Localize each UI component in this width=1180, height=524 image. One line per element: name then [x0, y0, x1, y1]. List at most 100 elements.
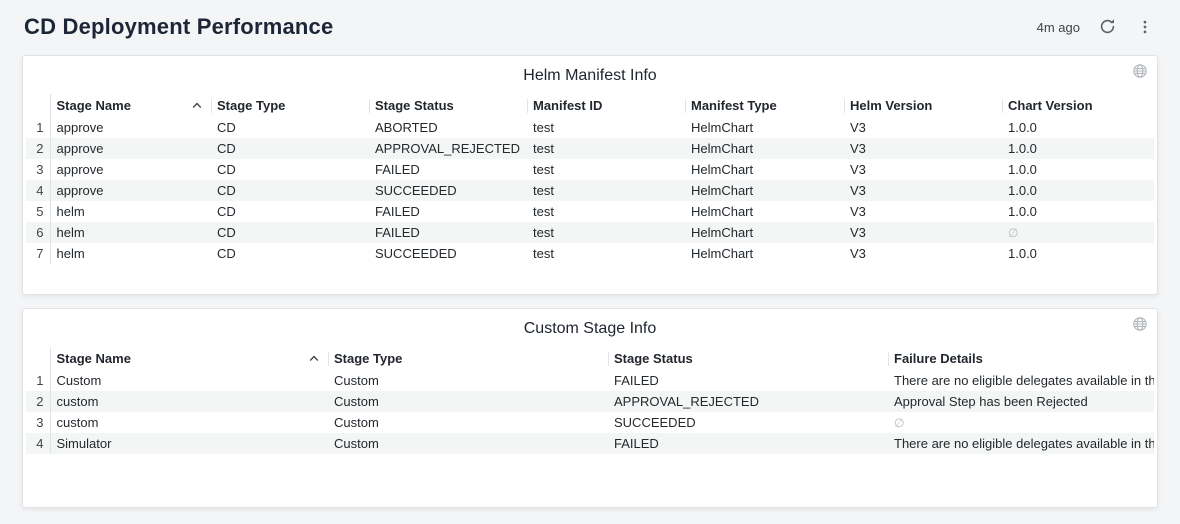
- table-cell-helm-version: V3: [844, 138, 1002, 159]
- table-cell-stage-status: ABORTED: [369, 117, 527, 138]
- table-cell-helm-version: V3: [844, 117, 1002, 138]
- table-cell-stage-name: Custom: [50, 370, 328, 391]
- table-cell-helm-version: V3: [844, 159, 1002, 180]
- table-cell-stage-type: Custom: [328, 370, 608, 391]
- table-cell-stage-type: CD: [211, 180, 369, 201]
- table-cell-manifest-id: test: [527, 243, 685, 264]
- row-number: 4: [26, 180, 50, 201]
- column-header-stage-status[interactable]: Stage Status: [369, 94, 527, 117]
- table-cell-failure-details: Approval Step has been Rejected: [888, 391, 1154, 412]
- table-cell-manifest-type: HelmChart: [685, 138, 844, 159]
- last-refresh-label: 4m ago: [1037, 19, 1080, 35]
- table-cell-stage-status: SUCCEEDED: [369, 243, 527, 264]
- column-header-stage-status[interactable]: Stage Status: [608, 347, 888, 370]
- table-cell-failure-details: There are no eligible delegates availabl…: [888, 370, 1154, 391]
- panel-title: Custom Stage Info: [23, 309, 1157, 339]
- table-cell-stage-type: CD: [211, 243, 369, 264]
- table-cell-stage-type: CD: [211, 138, 369, 159]
- table-cell-manifest-type: HelmChart: [685, 243, 844, 264]
- column-header-helm-version[interactable]: Helm Version: [844, 94, 1002, 117]
- table-cell-manifest-id: test: [527, 222, 685, 243]
- column-label: Stage Name: [57, 351, 131, 366]
- column-label: Manifest ID: [533, 98, 602, 113]
- column-label: Chart Version: [1008, 98, 1093, 113]
- table-cell-manifest-id: test: [527, 117, 685, 138]
- kebab-menu-button[interactable]: [1134, 16, 1156, 38]
- column-header-chart-version[interactable]: Chart Version: [1002, 94, 1154, 117]
- table-cell-stage-type: Custom: [328, 412, 608, 433]
- row-number: 1: [26, 370, 50, 391]
- dashboard-title: CD Deployment Performance: [24, 14, 333, 40]
- table-cell-manifest-type: HelmChart: [685, 201, 844, 222]
- header-actions: 4m ago: [1037, 16, 1156, 38]
- table-cell-manifest-type: HelmChart: [685, 222, 844, 243]
- column-header-manifest-id[interactable]: Manifest ID: [527, 94, 685, 117]
- panel-custom-stage-info: Custom Stage Info Stage NameStage TypeSt…: [22, 308, 1158, 508]
- table-cell-stage-status: FAILED: [369, 222, 527, 243]
- custom-stage-table: Stage Name Stage Type Stage Status Failure …: [26, 347, 1154, 454]
- table-cell-manifest-type: HelmChart: [685, 180, 844, 201]
- table-cell-stage-status: FAILED: [369, 159, 527, 180]
- panel-title: Helm Manifest Info: [23, 56, 1157, 86]
- table-cell-stage-status: FAILED: [608, 433, 888, 454]
- column-label: Stage Type: [217, 98, 285, 113]
- table-cell-manifest-id: test: [527, 138, 685, 159]
- table-cell-stage-status: APPROVAL_REJECTED: [608, 391, 888, 412]
- table-cell-chart-version: 1.0.0: [1002, 180, 1154, 201]
- refresh-button[interactable]: [1096, 16, 1118, 38]
- row-number: 1: [26, 117, 50, 138]
- table-row: 5helmCDFAILEDtestHelmChartV31.0.0: [26, 201, 1154, 222]
- table-cell-helm-version: V3: [844, 243, 1002, 264]
- table-cell-stage-type: CD: [211, 117, 369, 138]
- column-header-stage-name[interactable]: Stage Name: [50, 94, 211, 117]
- table-row: 4SimulatorCustomFAILEDThere are no eligi…: [26, 433, 1154, 454]
- table-cell-stage-name: helm: [50, 243, 211, 264]
- column-label: Failure Details: [894, 351, 983, 366]
- row-number-header: [26, 94, 50, 117]
- table-cell-stage-name: approve: [50, 138, 211, 159]
- panel-links-button[interactable]: [1132, 316, 1148, 337]
- table-cell-stage-name: custom: [50, 412, 328, 433]
- table-cell-stage-name: custom: [50, 391, 328, 412]
- column-header-failure-details[interactable]: Failure Details: [888, 347, 1154, 370]
- column-header-stage-type[interactable]: Stage Type: [211, 94, 369, 117]
- column-label: Stage Status: [614, 351, 693, 366]
- panel-links-button[interactable]: [1132, 63, 1148, 84]
- row-number: 2: [26, 138, 50, 159]
- column-header-stage-name[interactable]: Stage Name: [50, 347, 328, 370]
- table-row: 2customCustomAPPROVAL_REJECTEDApproval S…: [26, 391, 1154, 412]
- globe-icon: [1132, 316, 1148, 332]
- table-cell-stage-name: Simulator: [50, 433, 328, 454]
- table-cell-manifest-id: test: [527, 201, 685, 222]
- row-number: 6: [26, 222, 50, 243]
- table-cell-helm-version: V3: [844, 222, 1002, 243]
- chevron-up-icon: [309, 355, 319, 362]
- table-row: 1approveCDABORTEDtestHelmChartV31.0.0: [26, 117, 1154, 138]
- table-cell-chart-version: 1.0.0: [1002, 159, 1154, 180]
- column-label: Manifest Type: [691, 98, 777, 113]
- empty-value: ∅: [1002, 222, 1154, 243]
- table-cell-stage-name: approve: [50, 159, 211, 180]
- table-cell-failure-details: There are no eligible delegates availabl…: [888, 433, 1154, 454]
- table-row: 4approveCDSUCCEEDEDtestHelmChartV31.0.0: [26, 180, 1154, 201]
- column-label: Stage Type: [334, 351, 402, 366]
- table-cell-stage-name: approve: [50, 180, 211, 201]
- table-cell-stage-status: APPROVAL_REJECTED: [369, 138, 527, 159]
- column-label: Stage Name: [57, 98, 131, 113]
- table-cell-manifest-type: HelmChart: [685, 159, 844, 180]
- table-cell-manifest-type: HelmChart: [685, 117, 844, 138]
- column-header-manifest-type[interactable]: Manifest Type: [685, 94, 844, 117]
- table-row: 1CustomCustomFAILEDThere are no eligible…: [26, 370, 1154, 391]
- table-cell-stage-name: approve: [50, 117, 211, 138]
- column-header-stage-type[interactable]: Stage Type: [328, 347, 608, 370]
- table-cell-stage-name: helm: [50, 222, 211, 243]
- sort-ascending-icon: [309, 355, 319, 362]
- kebab-menu-icon: [1137, 19, 1153, 35]
- panel-helm-manifest-info: Helm Manifest Info Stage Name Stage Type S…: [22, 55, 1158, 295]
- table-cell-stage-type: Custom: [328, 433, 608, 454]
- table-cell-stage-type: CD: [211, 222, 369, 243]
- table-row: 3approveCDFAILEDtestHelmChartV31.0.0: [26, 159, 1154, 180]
- row-number: 3: [26, 412, 50, 433]
- table-row: 7helmCDSUCCEEDEDtestHelmChartV31.0.0: [26, 243, 1154, 264]
- row-number: 5: [26, 201, 50, 222]
